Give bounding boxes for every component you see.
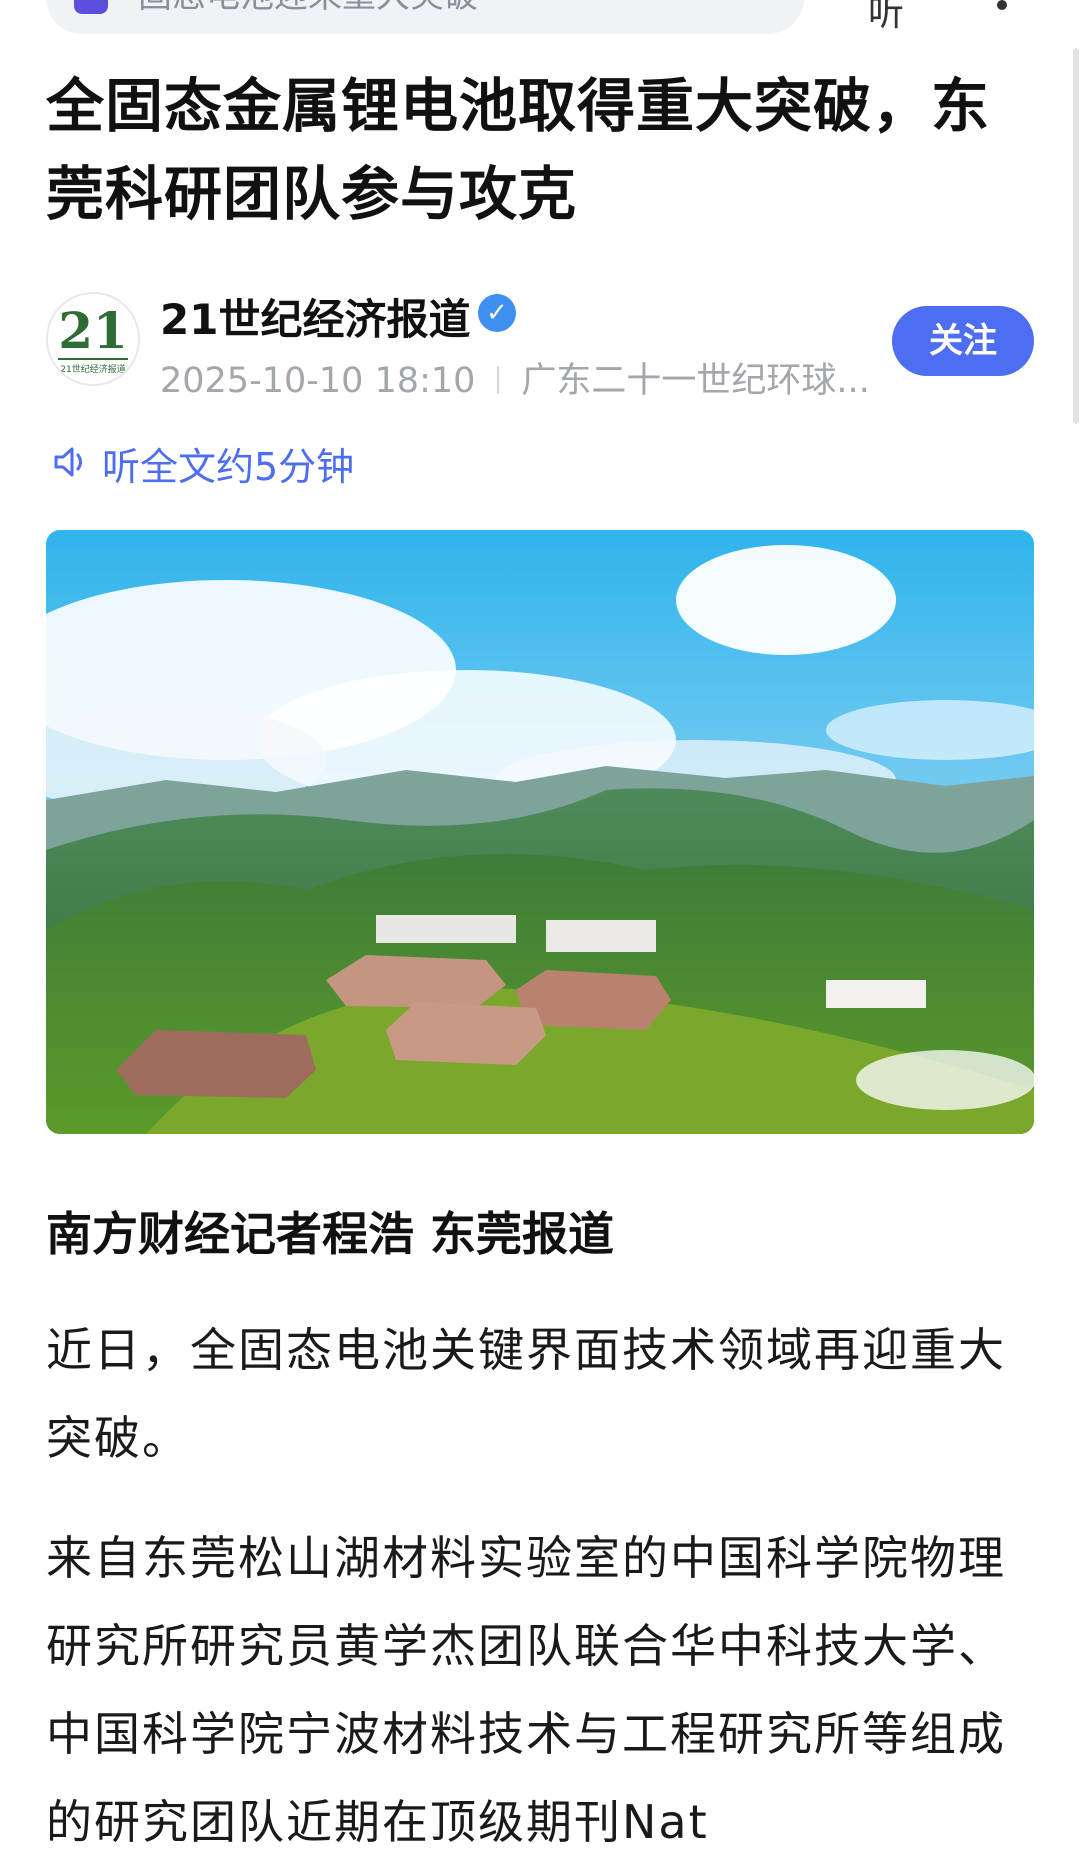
article-paragraph: 近日，全固态电池关键界面技术领域再迎重大突破。 — [46, 1323, 1006, 1465]
article-paragraph: 来自东莞松山湖材料实验室的中国科学院物理研究所研究员黄学杰团队联合华中科技大学、… — [46, 1531, 1006, 1849]
article-byline: 南方财经记者程浩 东莞报道 — [46, 1207, 615, 1261]
article-title: 全固态金属锂电池取得重大突破，东莞科研团队参与攻克 — [46, 72, 991, 228]
author-avatar[interactable]: 21 21世纪经济报道 — [46, 292, 140, 386]
search-box[interactable]: 固态电池迎来重大突破 — [46, 0, 804, 34]
author-name[interactable]: 21世纪经济报道 — [160, 286, 470, 347]
top-bar: 固态电池迎来重大突破 听 — [0, 0, 1080, 44]
more-icon[interactable] — [997, 0, 1007, 14]
scrollbar[interactable] — [1073, 48, 1079, 424]
avatar-logo-number: 21 — [58, 301, 128, 360]
app-logo-icon — [74, 0, 108, 14]
meta-divider — [497, 366, 500, 394]
search-query[interactable]: 固态电池迎来重大突破 — [138, 0, 478, 17]
article-hero-image[interactable] — [46, 530, 1034, 1134]
follow-button[interactable]: 关注 — [892, 306, 1034, 376]
listen-top-button[interactable]: 听 — [868, 0, 904, 36]
listen-label: 听全文约5分钟 — [102, 445, 355, 489]
publisher-source: 广东二十一世纪环球... — [521, 361, 870, 401]
avatar-logo-subtext: 21世纪经济报道 — [60, 365, 126, 375]
article-meta: 2025-10-10 18:10 广东二十一世纪环球... — [160, 352, 870, 403]
publish-date: 2025-10-10 18:10 — [160, 361, 476, 401]
verified-icon: ✓ — [478, 294, 516, 332]
speaker-icon — [54, 447, 82, 477]
